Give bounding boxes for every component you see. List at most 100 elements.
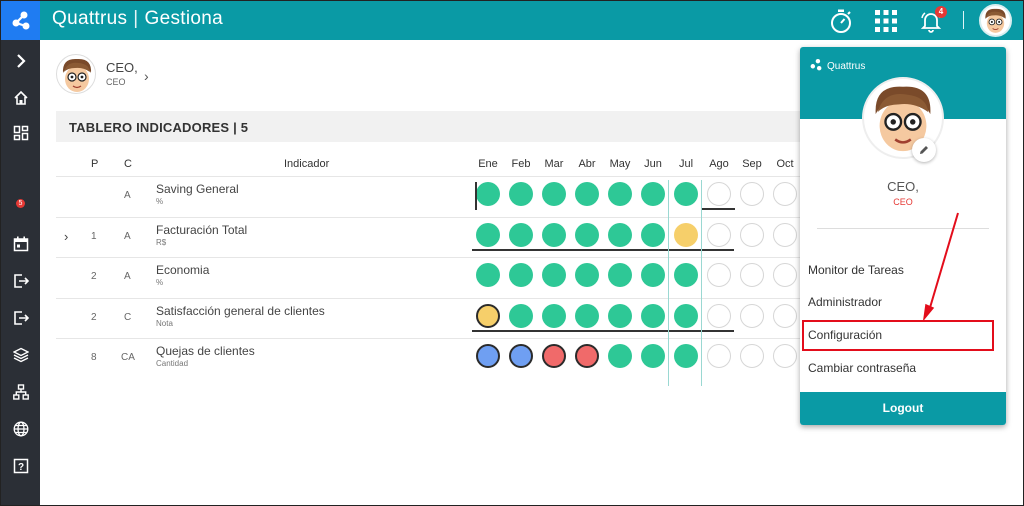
status-dot-ago[interactable]: [707, 344, 731, 368]
status-dot-ene[interactable]: [476, 182, 500, 206]
dropdown-divider: [817, 228, 989, 229]
user-avatar[interactable]: [979, 4, 1012, 37]
indicator-name[interactable]: Quejas de clientes: [156, 344, 255, 358]
indicator-unit: %: [156, 197, 164, 206]
status-dot-oct[interactable]: [773, 263, 797, 287]
status-dot-jun[interactable]: [641, 303, 665, 328]
menu-item-configuracion[interactable]: Configuración: [808, 328, 882, 342]
logout-icon[interactable]: [1, 303, 40, 333]
status-dot-feb[interactable]: [509, 182, 533, 206]
status-dot-may[interactable]: [608, 222, 632, 247]
profile-avatar[interactable]: [56, 54, 96, 94]
status-dot-feb[interactable]: [509, 222, 533, 247]
month-header-feb: Feb: [511, 158, 531, 170]
menu-item-administrador[interactable]: Administrador: [808, 295, 882, 309]
status-dot-feb[interactable]: [509, 263, 533, 287]
status-dot-abr[interactable]: [575, 182, 599, 206]
dropdown-user-name: CEO,: [887, 179, 919, 194]
status-dot-ene[interactable]: [476, 263, 500, 287]
column-header-c: C: [124, 158, 132, 170]
status-dot-ago[interactable]: [707, 263, 731, 287]
month-header-abr: Abr: [578, 158, 596, 170]
status-dot-abr[interactable]: [575, 263, 599, 287]
status-dot-mar[interactable]: [542, 182, 566, 206]
month-header-jul: Jul: [678, 158, 694, 170]
row-divider: [56, 257, 816, 258]
status-dot-jul[interactable]: [674, 182, 698, 206]
sidebar-badge-count: 5: [16, 198, 25, 208]
home-icon[interactable]: [1, 83, 40, 113]
status-dot-sep[interactable]: [740, 182, 764, 206]
status-dot-mar[interactable]: [542, 222, 566, 247]
month-header-mar: Mar: [544, 158, 564, 170]
status-dot-jun[interactable]: [641, 263, 665, 287]
bell-icon[interactable]: 4: [917, 6, 947, 35]
indicator-name[interactable]: Facturación Total: [156, 223, 247, 237]
row-class: A: [124, 190, 131, 201]
status-dot-jun[interactable]: [641, 182, 665, 206]
row-priority: 2: [91, 271, 97, 282]
menu-item-cambiar-contrasena[interactable]: Cambiar contraseña: [808, 361, 916, 375]
status-dot-oct[interactable]: [773, 344, 797, 368]
status-dot-jun[interactable]: [641, 344, 665, 368]
stopwatch-icon[interactable]: [827, 7, 855, 35]
status-dot-sep[interactable]: [740, 303, 764, 328]
org-icon[interactable]: [1, 377, 40, 407]
status-dot-may[interactable]: [608, 263, 632, 287]
edit-avatar-button[interactable]: [912, 138, 936, 162]
logout-button[interactable]: Logout: [800, 392, 1006, 425]
layers-icon[interactable]: [1, 340, 40, 370]
globe-icon[interactable]: [1, 414, 40, 444]
status-dot-ago[interactable]: [707, 303, 731, 328]
apps-grid-icon[interactable]: [872, 7, 900, 35]
status-dot-feb[interactable]: [509, 344, 533, 368]
profile-chevron-icon[interactable]: ›: [144, 68, 149, 84]
status-dot-abr[interactable]: [575, 344, 599, 368]
status-dot-sep[interactable]: [740, 222, 764, 247]
logo-icon[interactable]: [1, 1, 40, 40]
status-dot-mar[interactable]: [542, 303, 566, 328]
status-dot-ago[interactable]: [707, 222, 731, 247]
status-dot-jul[interactable]: [674, 344, 698, 368]
status-dot-sep[interactable]: [740, 263, 764, 287]
indicator-name[interactable]: Saving General: [156, 182, 239, 196]
status-dot-may[interactable]: [608, 344, 632, 368]
status-dot-jun[interactable]: [641, 222, 665, 247]
month-header-oct: Oct: [776, 158, 794, 170]
bracket-row-4: [472, 330, 734, 332]
login-icon[interactable]: [1, 266, 40, 296]
status-dot-oct[interactable]: [773, 222, 797, 247]
status-dot-abr[interactable]: [575, 222, 599, 247]
status-dot-feb[interactable]: [509, 303, 533, 328]
expand-icon[interactable]: [1, 46, 40, 76]
status-dot-mar[interactable]: [542, 263, 566, 287]
row-expand-chevron-icon[interactable]: ›: [64, 229, 68, 244]
brand-logo-icon: [810, 58, 822, 71]
menu-item-monitor-de-tareas[interactable]: Monitor de Tareas: [808, 263, 904, 277]
status-dot-abr[interactable]: [575, 303, 599, 328]
status-dot-ene[interactable]: [476, 344, 500, 368]
calendar-icon[interactable]: [1, 229, 40, 259]
month-header-ago: Ago: [709, 158, 729, 170]
indicator-name[interactable]: Economia: [156, 263, 209, 277]
status-dot-jul[interactable]: [674, 222, 698, 247]
indicator-name[interactable]: Satisfacción general de clientes: [156, 304, 325, 318]
status-dot-ene[interactable]: [476, 303, 500, 328]
status-dot-may[interactable]: [608, 182, 632, 206]
status-dot-may[interactable]: [608, 303, 632, 328]
status-dot-sep[interactable]: [740, 344, 764, 368]
indicator-unit: %: [156, 278, 164, 287]
title-separator: |: [133, 8, 139, 29]
status-dot-oct[interactable]: [773, 303, 797, 328]
status-dot-mar[interactable]: [542, 344, 566, 368]
help-icon[interactable]: ?: [1, 451, 40, 481]
dashboard-icon[interactable]: [1, 118, 40, 148]
status-dot-oct[interactable]: [773, 182, 797, 206]
status-dot-jul[interactable]: [674, 263, 698, 287]
status-dot-jul[interactable]: [674, 303, 698, 328]
app-frame: Quattrus | Gestiona 4 5 ? CEO, CEO › TAB…: [0, 0, 1024, 506]
column-header-indicador: Indicador: [284, 158, 330, 170]
status-dot-ene[interactable]: [476, 222, 500, 247]
status-dot-ago[interactable]: [707, 182, 731, 206]
sidebar-badge: 5: [1, 188, 40, 218]
